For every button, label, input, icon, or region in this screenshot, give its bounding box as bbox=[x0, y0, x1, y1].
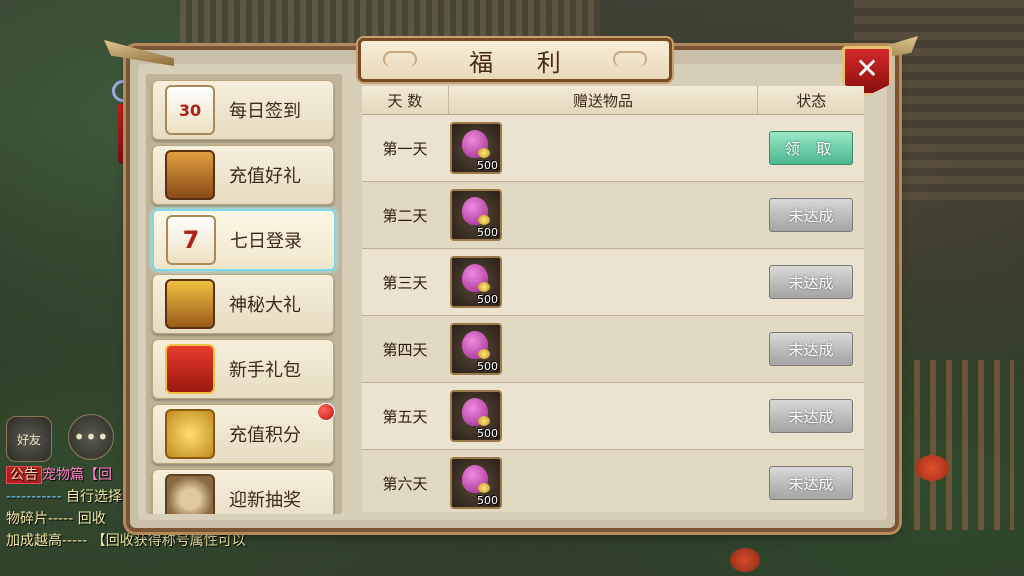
table-row: 第六天 500 未达成 bbox=[362, 450, 864, 512]
not-achieved-button[interactable]: 未达成 bbox=[769, 265, 853, 299]
day-label: 第一天 bbox=[382, 139, 428, 158]
item-quantity: 500 bbox=[477, 293, 498, 306]
coin-icon bbox=[478, 349, 490, 359]
lantern-icon bbox=[730, 548, 760, 572]
cloud-ornament-icon bbox=[383, 51, 417, 67]
sidebar-item-label: 七日登录 bbox=[230, 231, 302, 252]
chat-button[interactable]: ••• bbox=[68, 414, 114, 460]
jade-tassel-ornament bbox=[112, 70, 134, 180]
table-row: 第一天 500 领 取 bbox=[362, 115, 864, 182]
announcement-tag: 公告 bbox=[6, 466, 42, 484]
gold-chest-icon bbox=[165, 279, 215, 329]
cloud-ornament-icon bbox=[613, 51, 647, 67]
reward-item-slot[interactable]: 500 bbox=[450, 390, 502, 442]
coin-icon bbox=[478, 416, 490, 426]
panel-title-plate: 福 利 bbox=[358, 38, 672, 82]
sidebar-item-newbie-pack[interactable]: 新手礼包 bbox=[152, 339, 334, 399]
calendar-7-icon: 7 bbox=[166, 215, 216, 265]
reward-item-slot[interactable]: 500 bbox=[450, 189, 502, 241]
sidebar-item-label: 充值好礼 bbox=[229, 166, 301, 187]
sidebar-item-daily-checkin[interactable]: 30 每日签到 bbox=[152, 80, 334, 140]
item-quantity: 500 bbox=[477, 494, 498, 507]
chat-divider: ----------- bbox=[6, 489, 62, 505]
friends-button[interactable]: 好友 bbox=[6, 416, 52, 462]
lantern-icon bbox=[915, 455, 949, 481]
day-label: 第三天 bbox=[382, 273, 428, 292]
column-header-item: 赠送物品 bbox=[449, 86, 759, 114]
welfare-sidebar: 30 每日签到 充值好礼 7 七日登录 神秘大礼 新手礼包 充值积分 迎新抽奖 bbox=[146, 74, 342, 514]
claim-button[interactable]: 领 取 bbox=[769, 131, 853, 165]
sidebar-item-seven-day-login[interactable]: 7 七日登录 bbox=[152, 209, 336, 271]
table-header: 天 数 赠送物品 状态 bbox=[362, 86, 864, 115]
not-achieved-button[interactable]: 未达成 bbox=[769, 332, 853, 366]
reward-item-slot[interactable]: 500 bbox=[450, 256, 502, 308]
sidebar-item-mystery-gift[interactable]: 神秘大礼 bbox=[152, 274, 334, 334]
sidebar-item-label: 每日签到 bbox=[229, 101, 301, 122]
coin-icon bbox=[478, 282, 490, 292]
coin-icon bbox=[478, 215, 490, 225]
sidebar-item-label: 迎新抽奖 bbox=[229, 490, 301, 511]
chat-text: 宠物篇【回 bbox=[42, 467, 112, 483]
coin-icon bbox=[478, 148, 490, 158]
table-row: 第二天 500 未达成 bbox=[362, 182, 864, 249]
sidebar-item-label: 充值积分 bbox=[229, 425, 301, 446]
gift-box-icon bbox=[165, 344, 215, 394]
table-row: 第四天 500 未达成 bbox=[362, 316, 864, 383]
sidebar-item-welcome-lottery[interactable]: 迎新抽奖 bbox=[152, 469, 334, 514]
item-quantity: 500 bbox=[477, 226, 498, 239]
chat-text: 自行选择 bbox=[66, 489, 123, 505]
chat-line: 加成越高----- 【回收获得称号属性可以 bbox=[6, 530, 346, 552]
treasure-chest-icon bbox=[165, 150, 215, 200]
coin-icon bbox=[478, 483, 490, 493]
sidebar-item-recharge-points[interactable]: 充值积分 bbox=[152, 403, 335, 464]
column-header-status: 状态 bbox=[796, 91, 827, 110]
not-achieved-button[interactable]: 未达成 bbox=[769, 198, 853, 232]
reward-item-slot[interactable]: 500 bbox=[450, 122, 502, 174]
column-header-day: 天 数 bbox=[362, 86, 449, 114]
chat-text: 加成越高----- 【回收获得称号属性可以 bbox=[6, 533, 246, 549]
sidebar-item-label: 新手礼包 bbox=[229, 360, 301, 381]
panel-title: 福 利 bbox=[469, 48, 579, 77]
sidebar-item-label: 神秘大礼 bbox=[229, 295, 301, 316]
table-row: 第三天 500 未达成 bbox=[362, 249, 864, 316]
day-label: 第四天 bbox=[382, 340, 428, 359]
table-row: 第五天 500 未达成 bbox=[362, 383, 864, 450]
not-achieved-button[interactable]: 未达成 bbox=[769, 466, 853, 500]
gold-coins-icon bbox=[165, 409, 215, 459]
calendar-30-icon: 30 bbox=[165, 85, 215, 135]
friends-label: 好友 bbox=[16, 432, 41, 447]
table-body[interactable]: 第一天 500 领 取 第二天 500 未达成 第三天 500 未达成 第四天 … bbox=[362, 115, 864, 512]
chat-text: 物碎片----- 回收 bbox=[6, 511, 106, 527]
day-label: 第六天 bbox=[382, 474, 428, 493]
sidebar-item-recharge-gift[interactable]: 充值好礼 bbox=[152, 145, 334, 205]
close-icon: ✕ bbox=[855, 51, 879, 85]
login-rewards-table: 天 数 赠送物品 状态 第一天 500 领 取 第二天 500 未达成 第三天 … bbox=[362, 86, 864, 512]
chat-bubble-icon: ••• bbox=[73, 425, 109, 449]
lottery-wheel-icon bbox=[165, 474, 215, 514]
reward-item-slot[interactable]: 500 bbox=[450, 323, 502, 375]
item-quantity: 500 bbox=[477, 427, 498, 440]
item-quantity: 500 bbox=[477, 360, 498, 373]
reward-item-slot[interactable]: 500 bbox=[450, 457, 502, 509]
day-label: 第二天 bbox=[382, 206, 428, 225]
background-fence bbox=[914, 360, 1014, 530]
not-achieved-button[interactable]: 未达成 bbox=[769, 399, 853, 433]
day-label: 第五天 bbox=[382, 407, 428, 426]
notification-badge bbox=[317, 403, 335, 421]
item-quantity: 500 bbox=[477, 159, 498, 172]
